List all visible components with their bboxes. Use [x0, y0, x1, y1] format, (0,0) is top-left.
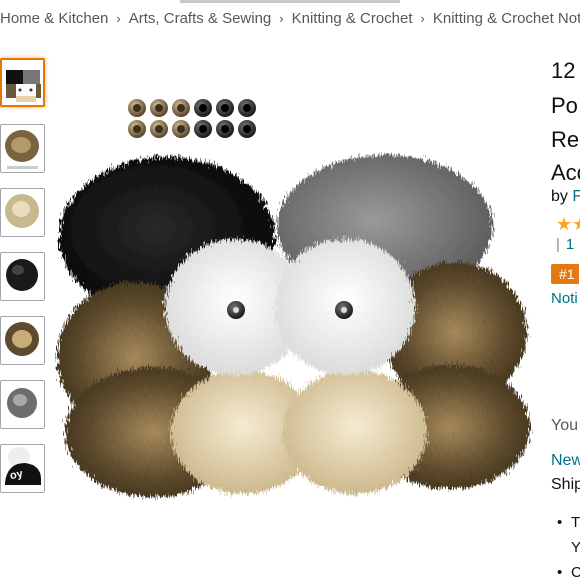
snap-button-center — [199, 125, 207, 133]
thumbnail-gray-pompom[interactable] — [0, 380, 45, 429]
product-title-line-4: Acc — [551, 160, 580, 185]
snap-button-center — [177, 125, 185, 133]
snap-button-center — [221, 104, 229, 112]
snap-button-center — [177, 104, 185, 112]
ratings-separator: | — [556, 236, 560, 253]
breadcrumb: Home & Kitchen › Arts, Crafts & Sewing › Kni… — [0, 10, 580, 27]
feature-bullet: • T — [557, 514, 580, 531]
snap-button-center — [221, 125, 229, 133]
brand-link[interactable]: F — [572, 188, 580, 205]
thumbnail-hat-pompom[interactable]: oy — [0, 444, 45, 493]
feature-bullets: • T Y • C — [557, 510, 580, 585]
snap-button-center — [243, 125, 251, 133]
best-seller-badge[interactable]: #1 — [551, 264, 579, 284]
breadcrumb-arts-crafts[interactable]: Arts, Crafts & Sewing — [129, 10, 272, 27]
pompom-group — [57, 155, 530, 497]
breadcrumb-separator: › — [116, 11, 121, 26]
snap-button-center — [243, 104, 251, 112]
snap-button-center — [199, 104, 207, 112]
breadcrumb-knitting-crochet[interactable]: Knitting & Crochet — [292, 10, 413, 27]
snap-button-center — [133, 104, 141, 112]
breadcrumb-separator: › — [420, 11, 425, 26]
thumbnail-all-pompoms[interactable] — [0, 58, 45, 107]
ratings-count-link[interactable]: 1 — [566, 236, 574, 253]
breadcrumb-knitting-notions[interactable]: Knitting & Crochet Notions — [433, 10, 580, 27]
snap-button-center — [155, 104, 163, 112]
thumbnail-tan-pompom[interactable] — [0, 188, 45, 237]
product-title-line-1: 12 — [551, 58, 576, 83]
thumbnail-black-pompom[interactable] — [0, 252, 45, 301]
breadcrumb-separator: › — [279, 11, 284, 26]
byline-prefix: by — [551, 188, 568, 205]
snap-buttons — [128, 99, 256, 138]
ratings-count[interactable]: | 1 — [556, 236, 574, 253]
top-scroll-indicator — [180, 0, 400, 3]
snap-button-center — [133, 125, 141, 133]
new-offers-link[interactable]: New — [551, 452, 580, 470]
product-title-line-3: Rei — [551, 127, 580, 152]
breadcrumb-home-kitchen[interactable]: Home & Kitchen — [0, 10, 108, 27]
feature-bullet: • C — [557, 564, 580, 581]
shipping-text: Ship — [551, 476, 580, 493]
notice-link[interactable]: Noti — [551, 290, 578, 307]
price-save-text: You — [551, 417, 578, 434]
feature-bullet: Y — [571, 539, 580, 556]
main-product-image[interactable] — [55, 92, 535, 502]
thumbnail-brown-pompom-2[interactable] — [0, 316, 45, 365]
snap-button-center — [155, 125, 163, 133]
byline: by F — [551, 188, 580, 206]
thumbnail-brown-pompom[interactable] — [0, 124, 45, 173]
star-rating-icon[interactable]: ★★ — [556, 214, 580, 235]
product-title-line-2: Po — [551, 93, 578, 118]
